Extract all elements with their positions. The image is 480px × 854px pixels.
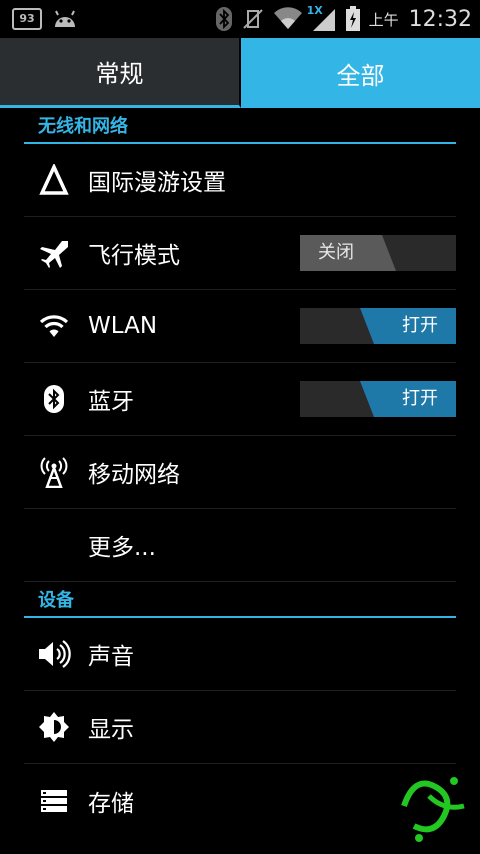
storage-icon <box>34 781 74 821</box>
tab-all-label: 全部 <box>336 61 385 90</box>
list-item-label: 声音 <box>88 644 134 670</box>
am-pm-label: 上午 <box>368 10 399 29</box>
list-item-roaming[interactable]: 国际漫游设置 <box>24 144 456 217</box>
speaker-icon <box>34 634 74 674</box>
list-item-wlan[interactable]: WLAN 打开 <box>24 290 456 363</box>
section-header-wireless: 无线和网络 <box>24 108 456 144</box>
battery-charging-icon <box>345 6 360 31</box>
vibrate-muted-icon <box>242 9 263 29</box>
list-item-display[interactable]: 显示 <box>24 691 456 764</box>
toggle-label: 关闭 <box>318 242 354 263</box>
list-item-bluetooth[interactable]: 蓝牙 打开 <box>24 363 456 436</box>
watermark-logo <box>401 777 465 842</box>
settings-list: 无线和网络 国际漫游设置 飞行模式 关闭 WLAN 打开 蓝牙 打开 移动网络 … <box>0 108 480 837</box>
list-item-label: 存储 <box>88 790 134 817</box>
toggle-label: 打开 <box>402 388 438 409</box>
list-item-label: WLAN <box>88 313 158 339</box>
bluetooth-icon <box>34 379 74 419</box>
wifi-status-icon <box>273 7 302 29</box>
antenna-icon <box>34 452 74 492</box>
bluetooth-status-icon <box>215 7 232 31</box>
tab-all[interactable]: 全部 <box>241 38 480 108</box>
triangle-icon <box>34 160 74 200</box>
airplane-mode-toggle[interactable]: 关闭 <box>300 235 456 271</box>
bluetooth-toggle[interactable]: 打开 <box>300 381 456 417</box>
brightness-icon <box>34 707 74 747</box>
list-item-label: 飞行模式 <box>88 243 180 269</box>
list-item-label: 显示 <box>88 717 134 743</box>
list-item-label: 更多... <box>88 535 156 561</box>
list-item-more[interactable]: 更多... <box>24 509 456 582</box>
wifi-icon <box>34 306 74 346</box>
section-header-device: 设备 <box>24 582 456 618</box>
list-item-airplane-mode[interactable]: 飞行模式 关闭 <box>24 217 456 290</box>
list-item-label: 蓝牙 <box>88 389 134 415</box>
list-item-label: 移动网络 <box>88 462 180 488</box>
signal-strength-icon <box>312 9 335 31</box>
android-icon <box>55 10 75 27</box>
airplane-icon <box>34 233 74 273</box>
list-item-mobile-network[interactable]: 移动网络 <box>24 436 456 509</box>
tab-general-label: 常规 <box>95 60 144 88</box>
list-item-label: 国际漫游设置 <box>88 170 226 196</box>
notification-count-icon: 93 <box>12 8 42 30</box>
toggle-label: 打开 <box>402 315 438 336</box>
status-bar: 93 1X 上午 12:32 <box>0 0 480 38</box>
wlan-toggle[interactable]: 打开 <box>300 308 456 344</box>
list-item-sound[interactable]: 声音 <box>24 618 456 691</box>
tab-bar: 常规 全部 <box>0 38 480 108</box>
tab-general[interactable]: 常规 <box>0 38 241 108</box>
clock: 12:32 <box>408 6 472 32</box>
